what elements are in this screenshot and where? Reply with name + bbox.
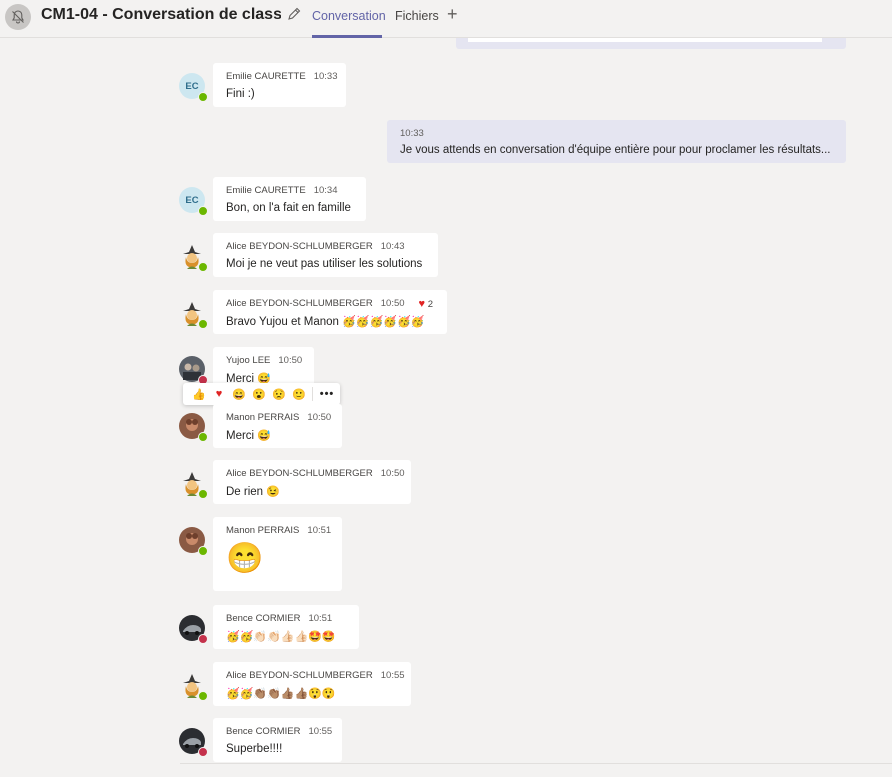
presence-available-icon — [198, 546, 208, 556]
message-bubble[interactable]: Bence CORMIER 10:55 Superbe!!!! — [213, 718, 342, 762]
my-message-bubble[interactable]: 10:33 Je vous attends en conversation d'… — [387, 120, 846, 163]
message-text: Bon, on l'a fait en famille — [226, 202, 351, 214]
message-bubble[interactable]: Emilie CAURETTE 10:34 Bon, on l'a fait en… — [213, 177, 366, 221]
channel-header: CM1-04 - Conversation de class... Conver… — [0, 0, 892, 38]
avatar[interactable] — [179, 672, 208, 701]
reaction-count: 2 — [427, 299, 433, 310]
presence-available-icon — [198, 206, 208, 216]
message-time: 10:51 — [308, 613, 333, 624]
avatar[interactable] — [179, 470, 208, 499]
message-author: Manon PERRAIS — [226, 525, 300, 536]
message-time: 10:50 — [307, 412, 332, 423]
add-tab-icon[interactable]: + — [447, 5, 458, 23]
presence-available-icon — [198, 432, 208, 442]
message-author: Bence CORMIER — [226, 726, 301, 737]
message-bubble[interactable]: Alice BEYDON-SCHLUMBERGER 10:50 De rien 😉 — [213, 460, 411, 504]
presence-available-icon — [198, 489, 208, 499]
message-author: Yujoo LEE — [226, 355, 271, 366]
emoji-sequence: 🥳🥳👏🏽👏🏽👍🏽👍🏽😲😲 — [226, 688, 336, 700]
party-emoji-icon: 🥳🥳🥳🥳🥳🥳 — [342, 316, 425, 328]
message-author: Bence CORMIER — [226, 613, 301, 624]
sad-icon[interactable]: 😟 — [269, 388, 289, 401]
message-author: Alice BEYDON-SCHLUMBERGER — [226, 670, 373, 681]
message-text: Fini :) — [226, 88, 255, 100]
message-bubble[interactable]: Alice BEYDON-SCHLUMBERGER 10:43 Moi je ne… — [213, 233, 438, 277]
message-bubble[interactable]: Bence CORMIER 10:51 🥳🥳👏🏻👏🏻👍🏻👍🏻🤩🤩 — [213, 605, 359, 649]
message-time: 10:34 — [313, 185, 338, 196]
avatar[interactable] — [179, 728, 208, 757]
message-bubble[interactable]: Manon PERRAIS 10:50 Merci 😅 — [213, 404, 342, 448]
like-icon[interactable]: 👍 — [189, 388, 209, 401]
laugh-icon[interactable]: 😄 — [229, 388, 249, 401]
avatar[interactable] — [179, 527, 208, 556]
message-text: De rien — [226, 486, 264, 498]
message-author: Emilie CAURETTE — [226, 71, 306, 82]
presence-available-icon — [198, 92, 208, 102]
edit-pencil-icon[interactable] — [287, 7, 301, 21]
divider — [180, 763, 892, 764]
message-text: Superbe!!!! — [226, 743, 283, 755]
heart-icon[interactable]: ♥ — [209, 388, 229, 400]
avatar[interactable] — [179, 243, 208, 272]
message-text: Je vous attends en conversation d'équipe… — [400, 144, 831, 156]
emoji-sequence: 🥳🥳👏🏻👏🏻👍🏻👍🏻🤩🤩 — [226, 631, 336, 643]
message-time: 10:50 — [380, 468, 405, 479]
muted-bell-icon[interactable] — [5, 4, 31, 30]
message-author: Emilie CAURETTE — [226, 185, 306, 196]
presence-busy-icon — [198, 634, 208, 644]
previous-message-partial — [456, 38, 846, 49]
avatar-initials: EC — [185, 194, 199, 206]
message-time: 10:51 — [307, 525, 332, 536]
message-time: 10:50 — [278, 355, 303, 366]
message-bubble[interactable]: Alice BEYDON-SCHLUMBERGER 10:55 🥳🥳👏🏽👏🏽👍🏽👍… — [213, 662, 411, 706]
wink-emoji-icon: 😉 — [266, 486, 280, 498]
avatar[interactable] — [179, 300, 208, 329]
presence-busy-icon — [198, 747, 208, 757]
tab-conversation[interactable]: Conversation — [312, 9, 386, 23]
message-text: Merci — [226, 430, 255, 442]
active-tab-indicator — [312, 35, 382, 38]
reaction-picker: 👍 ♥ 😄 😮 😟 🙂 ••• — [183, 383, 340, 405]
message-text: Moi je ne veut pas utiliser les solution… — [226, 258, 423, 270]
presence-available-icon — [198, 262, 208, 272]
message-time: 10:43 — [380, 241, 405, 252]
message-time: 10:50 — [380, 298, 405, 309]
message-author: Alice BEYDON-SCHLUMBERGER — [226, 468, 373, 479]
avatar[interactable] — [179, 356, 208, 385]
message-time: 10:33 — [400, 128, 424, 139]
message-author: Alice BEYDON-SCHLUMBERGER — [226, 298, 373, 309]
message-text: Bravo Yujou et Manon — [226, 316, 339, 328]
more-options-icon[interactable]: ••• — [316, 388, 338, 400]
reaction-summary[interactable]: ♥ 2 — [419, 298, 433, 310]
message-author: Manon PERRAIS — [226, 412, 300, 423]
grin-emoji-icon: 😁 — [226, 542, 264, 575]
message-time: 10:55 — [380, 670, 405, 681]
message-time: 10:55 — [308, 726, 333, 737]
message-time: 10:33 — [313, 71, 338, 82]
avatar[interactable]: EC — [179, 187, 208, 216]
avatar-initials: EC — [185, 80, 199, 92]
message-bubble[interactable]: Manon PERRAIS 10:51 😁 — [213, 517, 342, 591]
sweat-smile-emoji-icon: 😅 — [257, 430, 272, 442]
avatar[interactable]: EC — [179, 73, 208, 102]
channel-title: CM1-04 - Conversation de class... — [41, 6, 281, 23]
presence-available-icon — [198, 691, 208, 701]
avatar[interactable] — [179, 615, 208, 644]
avatar[interactable] — [179, 413, 208, 442]
divider — [312, 387, 313, 401]
surprised-icon[interactable]: 😮 — [249, 388, 269, 401]
quoted-card-partial — [468, 38, 822, 42]
message-bubble[interactable]: Emilie CAURETTE 10:33 Fini :) — [213, 63, 346, 107]
message-author: Alice BEYDON-SCHLUMBERGER — [226, 241, 373, 252]
tab-fichiers[interactable]: Fichiers — [395, 9, 439, 23]
presence-available-icon — [198, 319, 208, 329]
heart-icon: ♥ — [418, 298, 426, 310]
angry-icon[interactable]: 🙂 — [289, 388, 309, 401]
message-bubble[interactable]: Alice BEYDON-SCHLUMBERGER 10:50 Bravo Yuj… — [213, 290, 447, 334]
